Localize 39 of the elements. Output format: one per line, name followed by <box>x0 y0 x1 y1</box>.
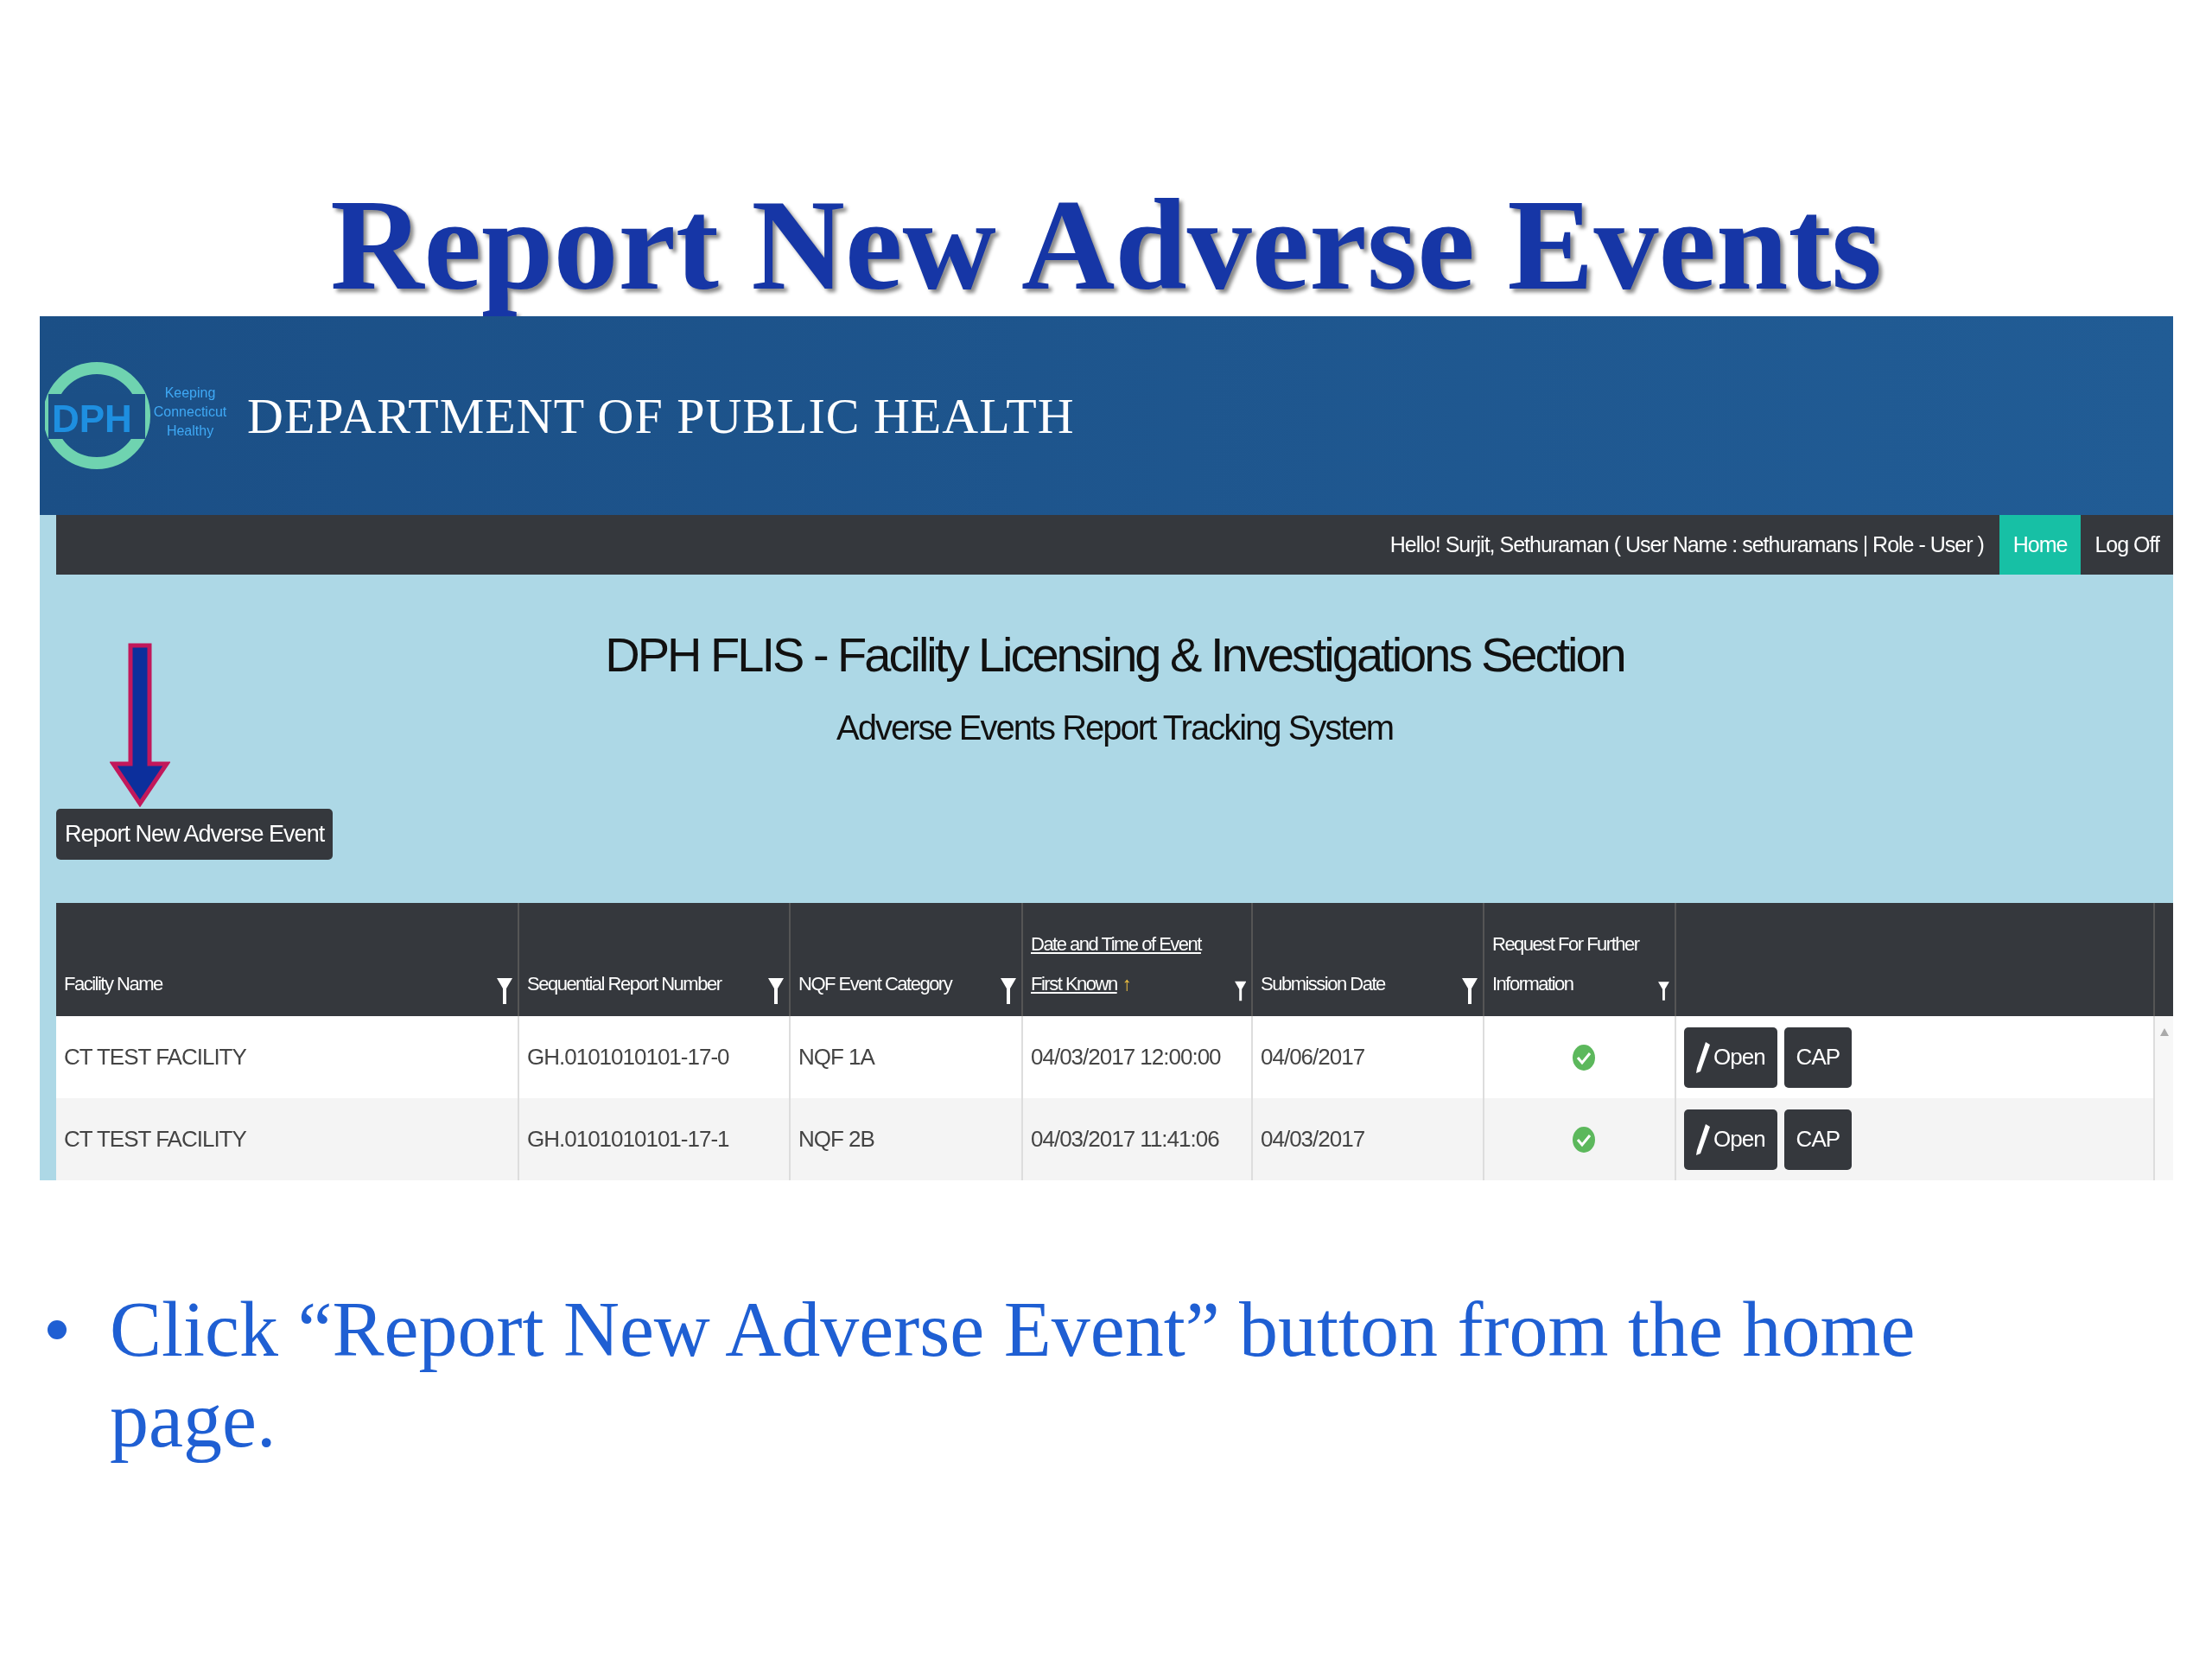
table-cell: 04/06/2017 <box>1261 1044 1365 1071</box>
column-header[interactable]: Submission Date <box>1253 903 1484 1016</box>
dph-logo: DPH Keeping Connecticut Healthy <box>45 334 226 498</box>
pencil-icon <box>1696 1041 1710 1073</box>
report-new-event-button[interactable]: Report New Adverse Event <box>56 809 334 860</box>
down-arrow-icon <box>110 643 170 807</box>
table-cell: 04/03/2017 11:41:06 <box>1031 1126 1219 1153</box>
table-cell: NQF 1A <box>798 1044 874 1071</box>
header-title: DEPARTMENT OF PUBLIC HEALTH <box>247 386 1075 445</box>
column-header[interactable]: Sequential Report Number <box>519 903 791 1016</box>
bullet-text: Click “Report New Adverse Event” button from the home page. <box>110 1286 1916 1465</box>
filter-icon[interactable] <box>1001 978 1016 1004</box>
table-cell: CT TEST FACILITY <box>64 1126 246 1153</box>
table-cell: GH.0101010101-17-1 <box>527 1126 729 1153</box>
filter-icon[interactable] <box>497 978 512 1004</box>
pencil-icon <box>1696 1123 1710 1155</box>
column-header[interactable]: Request For Further Information <box>1484 903 1676 1016</box>
nav-link[interactable]: Log Off <box>2081 515 2173 575</box>
column-header[interactable]: Facility Name <box>56 903 519 1016</box>
table-cell: NQF 2B <box>798 1126 874 1153</box>
table-cell: 04/03/2017 12:00:00 <box>1031 1044 1221 1071</box>
table-cell: CT TEST FACILITY <box>64 1044 246 1071</box>
page-heading: DPH FLIS - Facility Licensing & Investigations Section <box>605 626 1624 683</box>
slide-title: Report New Adverse Events <box>329 173 1883 316</box>
column-header[interactable]: Date and Time of Event First Known ↑ <box>1023 903 1253 1016</box>
check-icon <box>1572 1044 1595 1071</box>
user-greeting: Hello! Surjit, Sethuraman ( User Name : sethuramans | Role - User ) <box>1389 532 1984 557</box>
column-header[interactable]: NQF Event Category <box>791 903 1023 1016</box>
bullet-icon <box>48 1320 67 1339</box>
table-cell: 04/03/2017 <box>1261 1126 1365 1153</box>
table-cell: GH.0101010101-17-0 <box>527 1044 729 1071</box>
check-icon <box>1572 1126 1595 1153</box>
cap-button[interactable]: CAP <box>1783 1027 1853 1088</box>
page-subheading: Adverse Events Report Tracking System <box>836 709 1394 747</box>
filter-icon[interactable] <box>1462 978 1478 1004</box>
filter-icon[interactable] <box>768 978 784 1004</box>
cap-button[interactable]: CAP <box>1783 1109 1853 1170</box>
open-button[interactable]: Open <box>1684 1027 1777 1088</box>
open-button[interactable]: Open <box>1684 1109 1777 1170</box>
